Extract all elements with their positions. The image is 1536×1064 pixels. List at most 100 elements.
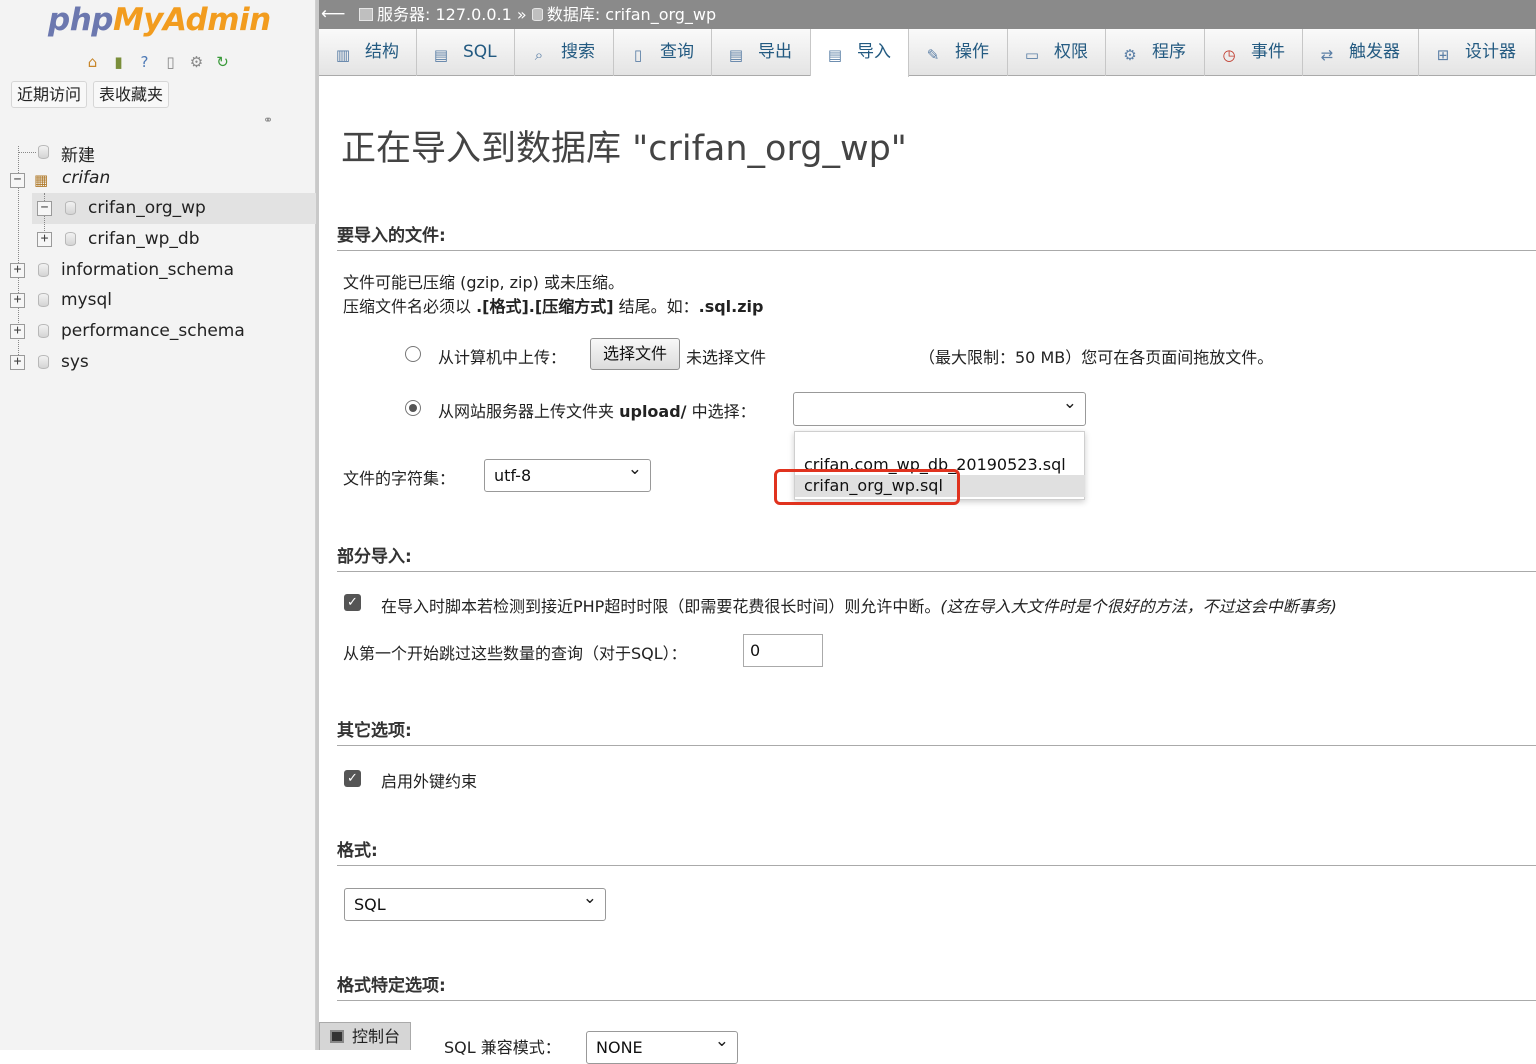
sql-compat-label: SQL 兼容模式： — [444, 1038, 561, 1057]
tab-search[interactable]: ⌕ 搜索 — [515, 29, 614, 76]
tab-events[interactable]: ◷ 事件 — [1205, 29, 1303, 76]
help-icon[interactable]: ? — [134, 52, 155, 72]
skip-queries-input[interactable]: 0 — [743, 634, 823, 667]
tree-db-performance-schema[interactable]: performance_schema — [61, 321, 245, 341]
nav-buttons: 近期访问 表收藏夹 — [11, 81, 170, 108]
tab-sql[interactable]: ▤ SQL — [417, 29, 515, 76]
collapse-crifan-org-wp-icon[interactable]: − — [37, 201, 52, 216]
tree-new-database[interactable]: 新建 — [61, 141, 95, 166]
upload-local-label: 从计算机中上传： — [438, 348, 567, 367]
favorite-tables-button[interactable]: 表收藏夹 — [93, 81, 170, 108]
import-page: 正在导入到数据库 "crifan_org_wp" 要导入的文件: 文件可能已压缩… — [319, 76, 1536, 1064]
server-icon — [359, 8, 373, 21]
logout-icon[interactable]: ▮ — [108, 52, 129, 72]
query-icon: ▯ — [633, 46, 643, 64]
tree-db-mysql[interactable]: mysql — [61, 290, 112, 310]
tab-privileges[interactable]: ▭ 权限 — [1008, 29, 1106, 76]
tab-bar: ▥ 结构 ▤ SQL ⌕ 搜索 ▯ 查询 ▤ 导出 ▤ 导入 ✎ 操作 ▭ 权限 ⚙ 程序 ◷ 事件… — [319, 29, 1536, 77]
expand-crifan-wp-db-icon[interactable]: + — [37, 232, 52, 247]
nav-icon-bar: ⌂ ▮ ? ▯ ⚙ ↻ — [82, 52, 233, 72]
expand-mysql-icon[interactable]: + — [10, 293, 25, 308]
section-format-specific-options: 格式特定选项: — [337, 971, 1536, 1001]
upload-server-radio[interactable] — [405, 400, 421, 416]
search-icon: ⌕ — [534, 46, 544, 64]
collapse-crifan-icon[interactable]: − — [10, 173, 25, 188]
expand-information-schema-icon[interactable]: + — [10, 263, 25, 278]
import-icon: ▤ — [827, 46, 843, 64]
section-format: 格式: — [337, 836, 1536, 866]
tab-query[interactable]: ▯ 查询 — [614, 29, 712, 76]
database-icon — [531, 8, 543, 21]
reload-icon[interactable]: ↻ — [212, 52, 233, 72]
upload-server-label: 从网站服务器上传文件夹 upload/ 中选择： — [438, 402, 756, 421]
no-file-chosen-text: 未选择文件 — [686, 348, 767, 367]
tab-designer[interactable]: ⊞ 设计器 — [1419, 29, 1536, 76]
tree-group-crifan[interactable]: crifan — [62, 168, 110, 188]
database-icon — [38, 263, 49, 277]
export-icon: ▤ — [728, 46, 744, 64]
breadcrumb-separator: » — [516, 5, 527, 24]
server-file-select[interactable] — [793, 387, 1086, 426]
home-icon[interactable]: ⌂ — [82, 52, 103, 72]
tab-export[interactable]: ▤ 导出 — [712, 29, 811, 76]
highlight-annotation-box — [774, 469, 960, 505]
breadcrumb-bar: ⟵ 服务器: 127.0.0.1 » 数据库: crifan_org_wp — [319, 0, 1536, 29]
compress-format-note: 压缩文件名必须以 .[格式].[压缩方式] 结尾。如：.sql.zip — [343, 297, 764, 316]
upload-local-radio[interactable] — [405, 346, 421, 362]
page-title: 正在导入到数据库 "crifan_org_wp" — [341, 129, 907, 169]
phpmyadmin-logo[interactable]: phpMyAdmin — [48, 2, 271, 38]
breadcrumb-server[interactable]: 服务器: 127.0.0.1 — [377, 5, 512, 24]
tab-import[interactable]: ▤ 导入 — [811, 29, 909, 77]
charset-label: 文件的字符集： — [343, 469, 456, 488]
tab-operations[interactable]: ✎ 操作 — [909, 29, 1008, 76]
tab-triggers[interactable]: ⇄ 触发器 — [1303, 29, 1419, 76]
designer-icon: ⊞ — [1436, 46, 1450, 64]
tree-db-crifan-wp-db[interactable]: crifan_wp_db — [88, 229, 200, 249]
database-icon — [65, 232, 76, 246]
format-select[interactable]: SQL — [344, 883, 606, 921]
new-database-icon — [38, 145, 49, 159]
link-with-main-panel-icon[interactable]: ⚭ — [263, 114, 283, 127]
max-size-note: （最大限制：50 MB）您可在各页面间拖放文件。 — [919, 348, 1274, 367]
section-other-options: 其它选项: — [337, 716, 1536, 746]
choose-file-button[interactable]: 选择文件 — [590, 338, 680, 370]
expand-performance-schema-icon[interactable]: + — [10, 324, 25, 339]
section-file-to-import: 要导入的文件: — [337, 221, 1536, 251]
tab-routines[interactable]: ⚙ 程序 — [1106, 29, 1205, 76]
compress-note: 文件可能已压缩 (gzip, zip) 或未压缩。 — [343, 273, 624, 292]
foreign-key-checkbox[interactable]: ✓ — [344, 770, 361, 787]
routines-icon: ⚙ — [1123, 46, 1137, 64]
wrench-icon: ✎ — [926, 46, 940, 64]
tree-db-crifan-org-wp[interactable]: crifan_org_wp — [88, 198, 206, 218]
tree-db-information-schema[interactable]: information_schema — [61, 260, 234, 280]
breadcrumb-database[interactable]: 数据库: crifan_org_wp — [547, 5, 716, 24]
breadcrumb: 服务器: 127.0.0.1 » 数据库: crifan_org_wp — [359, 0, 716, 29]
tab-structure[interactable]: ▥ 结构 — [319, 29, 417, 76]
collapse-nav-arrow-icon[interactable]: ⟵ — [321, 0, 345, 29]
server-group-icon: ▦ — [34, 171, 49, 189]
expand-sys-icon[interactable]: + — [10, 355, 25, 370]
charset-select[interactable]: utf-8 — [484, 454, 651, 492]
triggers-icon: ⇄ — [1320, 46, 1334, 64]
navigation-panel: phpMyAdmin ⌂ ▮ ? ▯ ⚙ ↻ 近期访问 表收藏夹 ⚭ 新建 − … — [0, 0, 316, 1050]
sql-compat-select[interactable]: NONE — [586, 1026, 738, 1064]
structure-icon: ▥ — [335, 46, 351, 64]
tree-db-sys[interactable]: sys — [61, 352, 89, 372]
clock-icon: ◷ — [1222, 46, 1236, 64]
docs-icon[interactable]: ▯ — [160, 52, 181, 72]
allow-interrupt-label: 在导入时脚本若检测到接近PHP超时时限（即需要花费很长时间）则允许中断。(这在导… — [381, 597, 1337, 616]
console-toggle[interactable]: 控制台 — [319, 1022, 411, 1050]
foreign-key-label: 启用外键约束 — [381, 772, 478, 791]
privileges-icon: ▭ — [1024, 46, 1040, 64]
recent-tables-button[interactable]: 近期访问 — [11, 81, 88, 108]
sql-icon: ▤ — [433, 46, 449, 64]
database-icon — [38, 355, 49, 369]
database-icon — [38, 324, 49, 338]
allow-interrupt-checkbox[interactable]: ✓ — [344, 594, 361, 611]
section-partial-import: 部分导入: — [337, 542, 1536, 572]
console-icon — [330, 1030, 344, 1043]
database-icon — [38, 293, 49, 307]
database-icon — [65, 201, 76, 215]
skip-queries-label: 从第一个开始跳过这些数量的查询（对于SQL）： — [343, 644, 687, 663]
settings-icon[interactable]: ⚙ — [186, 52, 207, 72]
